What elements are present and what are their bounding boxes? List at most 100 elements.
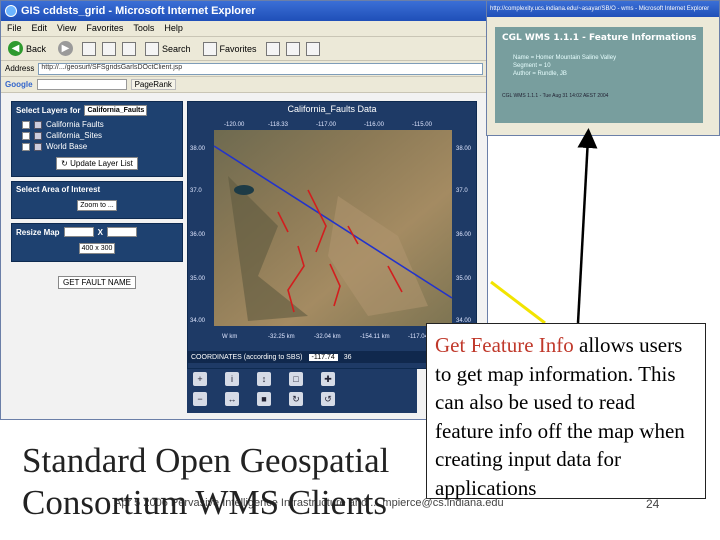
print-icon[interactable] xyxy=(305,41,320,56)
feature-info-content: CGL WMS 1.1.1 - Feature Informations Nam… xyxy=(495,27,703,123)
favorites-button[interactable]: Favorites xyxy=(200,41,260,57)
menu-view[interactable]: View xyxy=(57,23,76,34)
fullextent-icon[interactable]: □ xyxy=(289,372,303,386)
feature-info-footer: CGL WMS 1.1.1 - Tue Aug 31 14:02 AEST 20… xyxy=(502,93,609,99)
forward-arrow-icon: ▶ xyxy=(58,41,74,56)
search-label: Search xyxy=(162,43,191,54)
refresh-icon[interactable] xyxy=(102,41,117,56)
layer-label: California Faults xyxy=(46,120,104,129)
feature-info-line: Segment = 10 xyxy=(513,63,551,69)
layer-row[interactable]: World Base xyxy=(22,142,178,151)
black-arrow xyxy=(576,128,598,324)
zoom-out-icon[interactable]: − xyxy=(193,392,207,406)
tick-label-left: 34.00 xyxy=(190,318,206,324)
tick-label-right: 38.00 xyxy=(456,146,472,152)
history-icon[interactable] xyxy=(265,41,280,56)
coordinates-label: COORDINATES (according to SBS) xyxy=(191,353,303,361)
forward-button[interactable]: ▶ xyxy=(55,40,76,57)
callout-text: allows users to get map information. Thi… xyxy=(435,333,685,500)
feature-info-title: http://complexity.ucs.indiana.edu/~asaya… xyxy=(490,6,710,12)
longitude-value: -117.74 xyxy=(308,353,338,361)
search-icon xyxy=(145,41,160,56)
select-layers-box: Select Layers for California_Faults Cali… xyxy=(11,101,183,177)
layer-icon xyxy=(34,142,42,151)
tick-label-left: 35.00 xyxy=(190,276,206,282)
tick-label-right: 37.0 xyxy=(456,188,468,194)
back-label: Back xyxy=(26,43,47,54)
menu-edit[interactable]: Edit xyxy=(32,23,48,34)
mail-icon[interactable] xyxy=(285,41,300,56)
stop-icon[interactable] xyxy=(82,41,97,56)
feature-info-header: CGL WMS 1.1.1 - Feature Informations xyxy=(502,33,697,43)
resize-map-box: Resize Map X 400 x 300 xyxy=(11,223,183,262)
tick-label-top: -120.00 xyxy=(224,122,245,128)
address-input[interactable]: http://.../geosurf/SFSgridsGarlsDOctClie… xyxy=(38,62,483,75)
get-fault-name-button[interactable]: GET FAULT NAME xyxy=(57,276,136,289)
menu-file[interactable]: File xyxy=(7,23,22,34)
pagerank-button[interactable]: PageRank xyxy=(130,79,176,90)
browser-title: GIS cddsts_grid - Microsoft Internet Exp… xyxy=(21,5,256,17)
select-area-box: Select Area of Interest Zoom to ... xyxy=(11,181,183,219)
back-arrow-icon: ◀ xyxy=(8,41,23,56)
tick-label-right: 35.00 xyxy=(456,276,472,282)
layer-source-select[interactable]: California_Faults xyxy=(84,105,148,116)
browser-menubar: File Edit View Favorites Tools Help xyxy=(1,21,487,37)
map-width-input[interactable] xyxy=(63,227,94,237)
layer-row[interactable]: California_Sites xyxy=(22,131,178,140)
control-panel: Select Layers for California_Faults Cali… xyxy=(11,101,183,290)
menu-favorites[interactable]: Favorites xyxy=(86,23,123,34)
select-area-label: Select Area of Interest xyxy=(16,185,101,194)
refresh-icon: ↻ xyxy=(61,159,68,168)
slide-title-line: Consortium WMS Clients xyxy=(22,483,387,522)
scale-icon[interactable]: ■ xyxy=(257,392,271,406)
pan-icon[interactable]: ↕ xyxy=(257,372,271,386)
menu-tools[interactable]: Tools xyxy=(133,23,154,34)
home-icon[interactable] xyxy=(122,41,137,56)
map-height-input[interactable] xyxy=(106,227,137,237)
reset-icon[interactable]: ↻ xyxy=(289,392,303,406)
tick-label-top: -117.00 xyxy=(316,122,337,128)
latitude-value: 36 xyxy=(343,353,352,361)
layer-checkbox[interactable] xyxy=(22,142,30,151)
map-size-select[interactable]: 400 x 300 xyxy=(78,243,116,254)
resize-x-separator: X xyxy=(97,227,103,237)
google-toolbar: Google PageRank xyxy=(1,77,487,93)
ie-logo-icon xyxy=(5,5,17,17)
zoom-select[interactable]: Zoom to ... xyxy=(77,200,117,211)
address-label: Address xyxy=(5,64,35,73)
menu-help[interactable]: Help xyxy=(164,23,183,34)
back-button[interactable]: ◀ Back xyxy=(5,40,49,57)
yellow-pointer-line xyxy=(490,280,546,325)
tick-label-bottom: -32.25 km xyxy=(268,334,295,340)
feature-info-line: Name = Homer Mountain Saline Valley xyxy=(513,55,617,61)
select-layers-label: Select Layers for xyxy=(16,106,81,115)
crosshair-icon[interactable]: ✚ xyxy=(321,372,335,386)
slide-title-line: Standard Open Geospatial xyxy=(22,441,390,480)
google-search-input[interactable] xyxy=(36,79,127,90)
layer-checkbox[interactable] xyxy=(22,120,30,129)
feature-info-window: http://complexity.ucs.indiana.edu/~asaya… xyxy=(486,0,720,136)
browser-window-main: GIS cddsts_grid - Microsoft Internet Exp… xyxy=(0,0,488,420)
layer-row[interactable]: California Faults xyxy=(22,120,178,129)
update-layer-list-button[interactable]: ↻ Update Layer List xyxy=(56,157,138,170)
tick-label-right: 36.00 xyxy=(456,232,472,238)
tick-label-left: 38.00 xyxy=(190,146,206,152)
tick-label-top: -116.00 xyxy=(364,122,385,128)
search-button[interactable]: Search xyxy=(142,41,194,57)
resize-map-label: Resize Map xyxy=(16,227,60,237)
zoom-in-icon[interactable]: + xyxy=(193,372,207,386)
favorites-label: Favorites xyxy=(219,43,257,54)
map-toolbar: + i ↕ □ ✚ − ↔ ■ ↻ ↺ xyxy=(187,369,417,413)
layer-checkbox[interactable] xyxy=(22,131,30,140)
tick-label-left: 37.0 xyxy=(190,188,202,194)
tick-label-bottom: W km xyxy=(222,334,237,340)
layer-label: California_Sites xyxy=(46,131,103,140)
refresh-icon[interactable]: ↺ xyxy=(321,392,335,406)
slide-page-number: 24 xyxy=(646,497,660,511)
lake xyxy=(234,185,254,195)
google-logo[interactable]: Google xyxy=(5,80,33,89)
layer-label: World Base xyxy=(46,142,88,151)
map-title: California_Faults Data xyxy=(287,104,377,114)
distance-icon[interactable]: ↔ xyxy=(225,392,239,406)
info-icon[interactable]: i xyxy=(225,372,239,386)
